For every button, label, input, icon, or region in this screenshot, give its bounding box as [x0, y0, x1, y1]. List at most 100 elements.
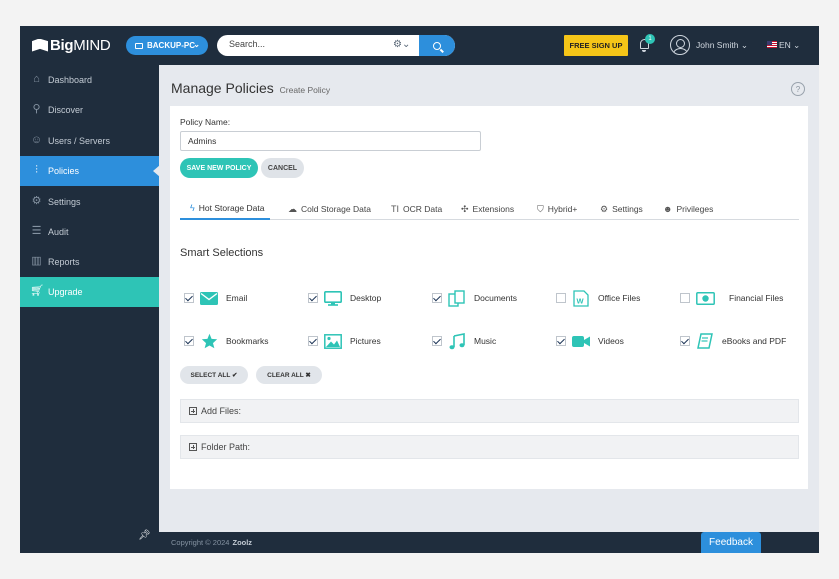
device-selector-button[interactable]: BACKUP-PC ⌄	[126, 36, 208, 55]
tab-label: Cold Storage Data	[301, 204, 371, 214]
accordion-label: Add Files:	[201, 406, 242, 416]
device-label: BACKUP-PC	[147, 41, 195, 50]
tab-label: Hybrid+	[547, 204, 578, 214]
ebooks-checkbox[interactable]	[680, 336, 690, 346]
selection-label: Financial Files	[729, 293, 784, 303]
selection-label: Videos	[598, 336, 624, 346]
avatar[interactable]	[670, 35, 690, 55]
financial-files-checkbox[interactable]	[680, 293, 690, 303]
selection-pictures[interactable]: Pictures	[308, 331, 381, 351]
selection-label: Pictures	[350, 336, 381, 346]
office-files-checkbox[interactable]	[556, 293, 566, 303]
language-label: EN	[779, 40, 791, 50]
selection-email[interactable]: Email	[184, 288, 247, 308]
music-checkbox[interactable]	[432, 336, 442, 346]
logo-text-thin: MIND	[73, 36, 111, 54]
search-button[interactable]	[419, 35, 455, 56]
email-checkbox[interactable]	[184, 293, 194, 303]
tab-privileges[interactable]: ☻ Privileges	[663, 198, 713, 220]
cancel-button[interactable]: CANCEL	[261, 158, 304, 178]
video-camera-icon	[572, 333, 590, 349]
bookmarks-checkbox[interactable]	[184, 336, 194, 346]
selection-bookmarks[interactable]: Bookmarks	[184, 331, 269, 351]
copyright-text: Copyright © 2024	[171, 538, 230, 547]
language-selector[interactable]: EN ⌄	[779, 40, 800, 51]
sidebar-item-reports[interactable]: ▥ Reports	[20, 247, 159, 277]
list-icon: ☰	[31, 225, 42, 237]
shield-icon: ⛉	[537, 203, 544, 214]
tab-label: Settings	[612, 204, 643, 214]
selection-videos[interactable]: Videos	[556, 331, 624, 351]
search-icon	[433, 41, 441, 50]
smart-selections-title: Smart Selections	[180, 247, 264, 259]
sidebar-item-label: Reports	[48, 257, 80, 267]
sidebar-item-dashboard[interactable]: ⌂ Dashboard	[20, 65, 159, 95]
star-icon	[200, 333, 218, 349]
top-bar: BigMIND BACKUP-PC ⌄ ⚙⌄ FREE SIGN UP 1 Jo…	[20, 26, 819, 65]
search-input[interactable]	[229, 39, 379, 49]
videos-checkbox[interactable]	[556, 336, 566, 346]
select-all-button[interactable]: SELECT ALL ✔	[180, 366, 248, 384]
help-icon[interactable]: ?	[791, 82, 805, 96]
selection-music[interactable]: Music	[432, 331, 496, 351]
pin-icon[interactable]: 📌︎	[138, 530, 151, 541]
policy-name-label: Policy Name:	[180, 117, 231, 127]
sidebar-item-discover[interactable]: ⚲ Discover	[20, 95, 159, 125]
selection-desktop[interactable]: Desktop	[308, 288, 381, 308]
sidebar-item-label: Settings	[48, 197, 81, 207]
selection-label: Music	[474, 336, 497, 346]
selection-office-files[interactable]: W Office Files	[556, 288, 640, 308]
music-icon	[448, 332, 466, 349]
add-files-accordion[interactable]: Add Files:	[180, 399, 799, 423]
tab-label: Privileges	[676, 204, 714, 214]
tab-extensions[interactable]: ✣ Extensions	[461, 198, 514, 220]
desktop-icon	[324, 290, 342, 306]
brand-link[interactable]: Zoolz	[232, 538, 252, 547]
tab-hot-storage-data[interactable]: ϟ Hot Storage Data	[180, 198, 270, 220]
policy-name-input[interactable]	[180, 131, 481, 151]
sidebar-item-label: Discover	[48, 105, 84, 115]
folder-path-accordion[interactable]: Folder Path:	[180, 435, 799, 459]
sidebar: ⌂ Dashboard ⚲ Discover ☺ Users / Servers…	[20, 65, 160, 553]
bolt-icon: ϟ	[190, 203, 195, 213]
selection-label: Bookmarks	[226, 336, 269, 346]
plus-square-icon	[189, 443, 197, 451]
bigmind-logo[interactable]: BigMIND	[32, 36, 111, 54]
users-icon: ☻	[663, 204, 673, 214]
selection-ebooks-and-pdf[interactable]: eBooks and PDF	[680, 331, 786, 351]
search-options-gear-icon[interactable]: ⚙⌄	[393, 39, 410, 50]
documents-icon	[448, 289, 466, 307]
us-flag-icon	[767, 41, 777, 48]
sidebar-item-users-servers[interactable]: ☺ Users / Servers	[20, 126, 159, 156]
sidebar-item-settings[interactable]: ⚙ Settings	[20, 187, 159, 217]
desktop-checkbox[interactable]	[308, 293, 318, 303]
app-window: BigMIND BACKUP-PC ⌄ ⚙⌄ FREE SIGN UP 1 Jo…	[20, 26, 819, 553]
bar-chart-icon: ▥	[31, 255, 42, 267]
selection-documents[interactable]: Documents	[432, 288, 517, 308]
accordion-label: Folder Path:	[201, 442, 251, 452]
picture-icon	[324, 333, 342, 349]
documents-checkbox[interactable]	[432, 293, 442, 303]
save-new-policy-button[interactable]: SAVE NEW POLICY	[180, 158, 258, 178]
sidebar-item-upgrade[interactable]: 🛒︎ Upgrade	[20, 277, 159, 307]
sidebar-item-policies[interactable]: ⫶ Policies	[20, 156, 160, 186]
free-sign-up-button[interactable]: FREE SIGN UP	[564, 35, 628, 56]
tab-ocr-data[interactable]: TI OCR Data	[391, 198, 442, 220]
feedback-button[interactable]: Feedback	[701, 532, 761, 553]
email-icon	[200, 290, 218, 306]
sidebar-item-audit[interactable]: ☰ Audit	[20, 217, 159, 247]
money-icon	[696, 290, 715, 306]
cogs-icon: ⚙	[600, 203, 609, 214]
text-icon: TI	[391, 204, 399, 214]
selection-label: Desktop	[350, 293, 382, 303]
tab-settings[interactable]: ⚙ Settings	[600, 198, 643, 220]
tab-cold-storage-data[interactable]: ☁ Cold Storage Data	[288, 198, 371, 220]
pictures-checkbox[interactable]	[308, 336, 318, 346]
sidebar-item-label: Policies	[48, 166, 80, 176]
svg-text:W: W	[577, 296, 585, 305]
selection-financial-files[interactable]: Financial Files	[680, 288, 783, 308]
tab-hybrid[interactable]: ⛉ Hybrid+	[537, 198, 577, 220]
tab-label: Hot Storage Data	[198, 203, 265, 213]
user-menu[interactable]: John Smith ⌄	[696, 40, 748, 51]
clear-all-button[interactable]: CLEAR ALL ✖	[256, 366, 322, 384]
